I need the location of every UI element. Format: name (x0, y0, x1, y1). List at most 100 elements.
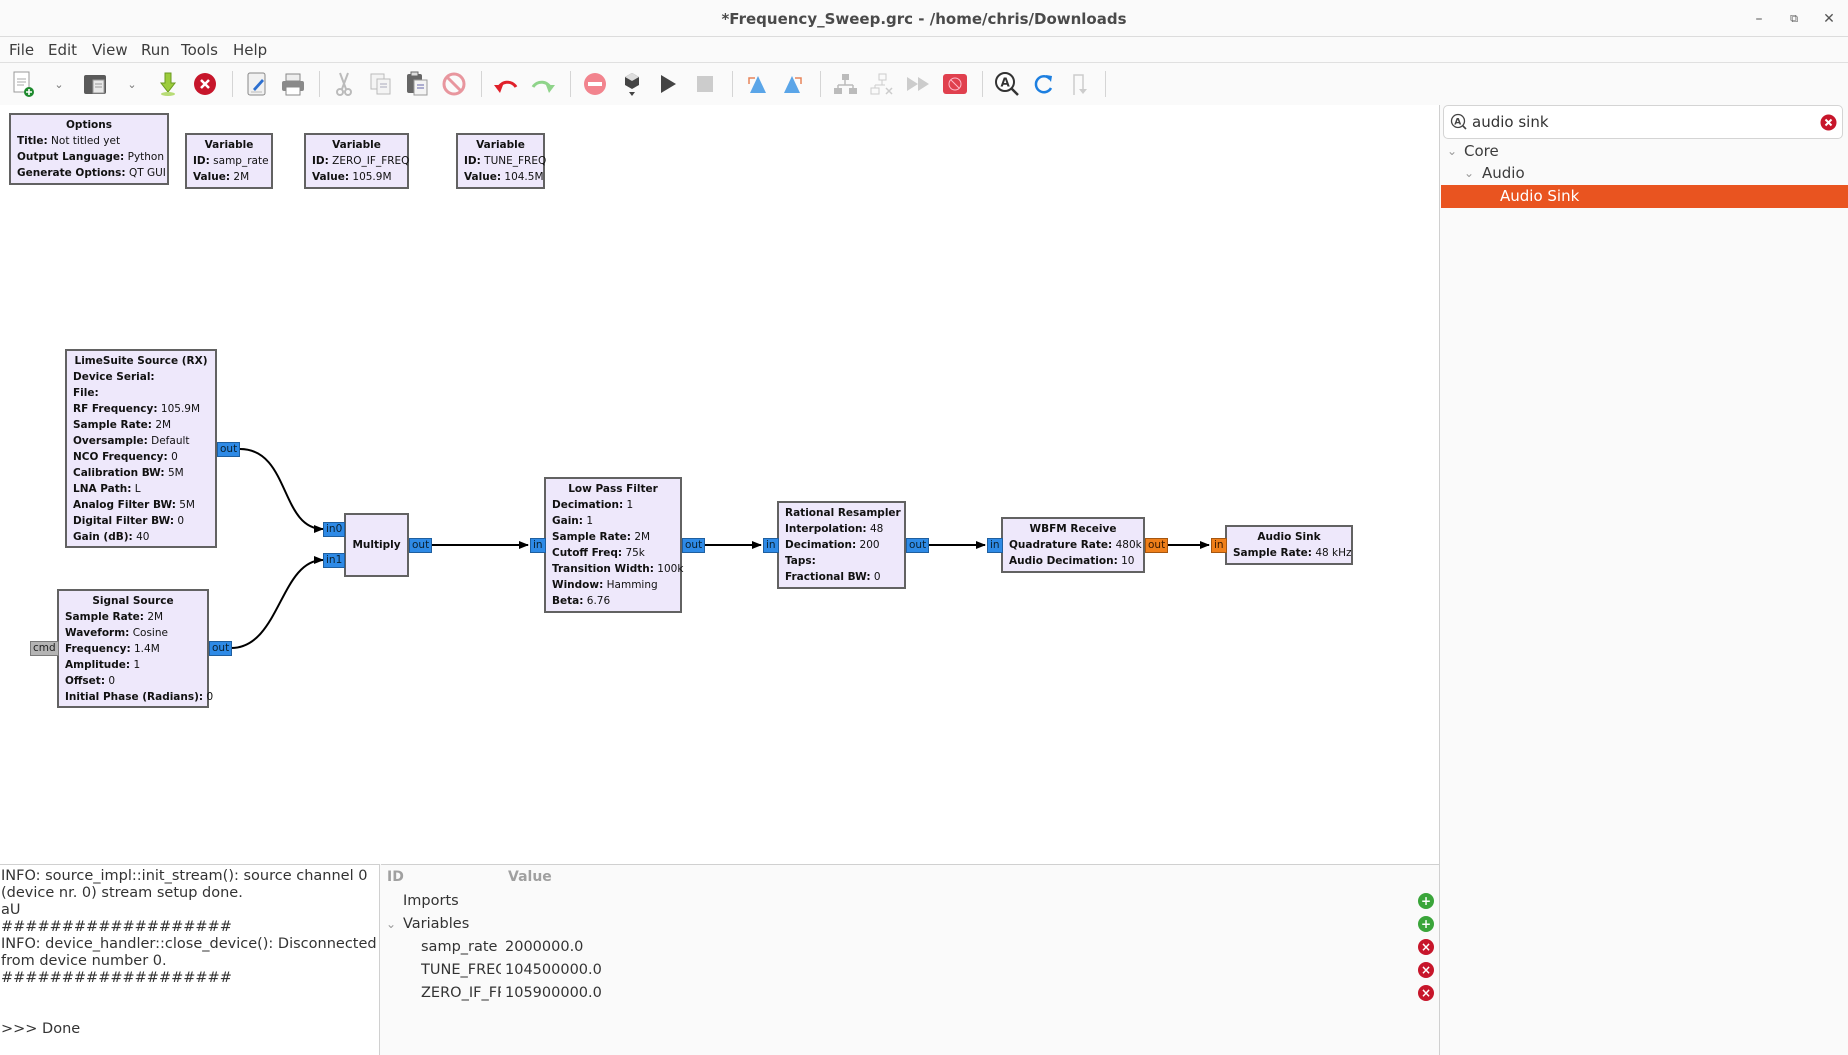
block-param: Sample Rate: 2M (73, 417, 209, 433)
refresh-icon[interactable] (1030, 70, 1058, 98)
hierarchy-remove-icon[interactable] (868, 70, 896, 98)
menu-file[interactable]: File (9, 41, 34, 59)
new-document-icon[interactable] (9, 70, 37, 98)
menu-run[interactable]: Run (141, 41, 170, 59)
save-arrow-icon[interactable] (154, 70, 182, 98)
console-output[interactable]: INFO: source_impl::init_stream(): source… (0, 864, 380, 1055)
no-entry-icon[interactable] (440, 70, 468, 98)
menu-tools[interactable]: Tools (181, 41, 218, 59)
block-options[interactable]: Options Title: Not titled yet Output Lan… (9, 113, 169, 185)
block-variable-tune-freq[interactable]: Variable ID: TUNE_FREQ Value: 104.5M (456, 133, 546, 189)
copy-icon[interactable] (367, 70, 395, 98)
port-signal-source-out[interactable]: out (209, 641, 233, 656)
variable-row[interactable]: samp_rate 2000000.0 × (381, 936, 1440, 958)
param-key: Gain (dB): (73, 531, 133, 543)
block-multiply[interactable]: Multiply (344, 513, 409, 577)
paste-icon[interactable] (403, 70, 431, 98)
chevron-down-icon[interactable]: ⌄ (1464, 162, 1474, 184)
minimize-icon[interactable]: – (1748, 8, 1770, 30)
maximize-icon[interactable]: ⧉ (1783, 8, 1805, 30)
stop-icon[interactable] (691, 70, 719, 98)
block-param: Transition Width: 100k (552, 561, 683, 577)
param-value: 1 (626, 499, 634, 511)
cube-icon[interactable] (618, 70, 646, 98)
port-signal-source-cmd[interactable]: cmd (30, 641, 59, 656)
hierarchy-icon[interactable] (831, 70, 859, 98)
param-key: Output Language: (17, 151, 125, 163)
port-wbfm-out[interactable]: out (1145, 538, 1169, 553)
rotate-ccw-icon[interactable] (743, 70, 771, 98)
port-limesuite-out[interactable]: out (217, 442, 241, 457)
tree-item-audio[interactable]: ⌄ Audio (1441, 162, 1848, 184)
play-icon[interactable] (654, 70, 682, 98)
block-low-pass-filter[interactable]: Low Pass Filter Decimation: 1 Gain: 1 Sa… (544, 477, 683, 613)
variable-row[interactable]: TUNE_FREQ 104500000.0 × (381, 959, 1440, 981)
block-wbfm-receive[interactable]: WBFM Receive Quadrature Rate: 480k Audio… (1001, 517, 1145, 573)
toolbar: ⌄ ⌄ A (0, 63, 1848, 105)
port-wbfm-in[interactable]: in (987, 538, 1003, 553)
column-header-value[interactable]: Value (508, 869, 552, 885)
block-param: Sample Rate: 48 kHz (1233, 545, 1352, 561)
block-title: LimeSuite Source (RX) (74, 355, 208, 367)
block-variable-samp-rate[interactable]: Variable ID: samp_rate Value: 2M (185, 133, 273, 189)
remove-variable-icon[interactable]: × (1418, 939, 1434, 955)
block-param: NCO Frequency: 0 (73, 449, 209, 465)
flowgraph-canvas[interactable]: Options Title: Not titled yet Output Lan… (0, 105, 1440, 864)
block-signal-source[interactable]: Signal Source Sample Rate: 2M Waveform: … (57, 589, 213, 708)
port-lpf-in[interactable]: in (530, 538, 546, 553)
block-search-input[interactable] (1472, 112, 1802, 132)
menu-view[interactable]: View (92, 41, 128, 59)
add-variable-icon[interactable]: + (1418, 916, 1434, 932)
edit-document-icon[interactable] (243, 70, 271, 98)
param-key: Sample Rate: (1233, 547, 1312, 559)
port-resampler-out[interactable]: out (906, 538, 930, 553)
column-header-id[interactable]: ID (387, 869, 404, 885)
param-key: Sample Rate: (552, 531, 631, 543)
param-value: 40 (136, 531, 150, 543)
tree-row-variables[interactable]: ⌄ Variables + (381, 913, 1440, 935)
open-folder-icon[interactable] (81, 70, 109, 98)
port-multiply-out[interactable]: out (409, 538, 433, 553)
fast-forward-icon[interactable] (904, 70, 932, 98)
stop-square-icon[interactable] (941, 70, 969, 98)
close-circle-icon[interactable] (191, 70, 219, 98)
port-multiply-in1[interactable]: in1 (323, 553, 346, 568)
chevron-down-icon[interactable]: ⌄ (45, 70, 73, 98)
param-key: Beta: (552, 595, 584, 607)
arrow-down-icon[interactable] (1066, 70, 1094, 98)
param-value: Python (127, 151, 165, 163)
port-resampler-in[interactable]: in (763, 538, 779, 553)
port-audio-sink-in[interactable]: in (1211, 538, 1227, 553)
rotate-cw-icon[interactable] (779, 70, 807, 98)
port-multiply-in0[interactable]: in0 (323, 522, 346, 537)
svg-text:A: A (1454, 118, 1461, 128)
block-param: Interpolation: 48 (785, 521, 898, 537)
clear-search-icon[interactable] (1820, 114, 1837, 135)
block-rational-resampler[interactable]: Rational Resampler Interpolation: 48 Dec… (777, 501, 906, 589)
search-a-icon[interactable]: A (993, 70, 1021, 98)
chevron-down-icon[interactable]: ⌄ (118, 70, 146, 98)
port-lpf-out[interactable]: out (682, 538, 706, 553)
block-param: Calibration BW: 5M (73, 465, 209, 481)
tree-item-core[interactable]: ⌄ Core (1441, 140, 1848, 162)
tree-row-imports[interactable]: Imports + (381, 890, 1440, 912)
block-limesuite-source[interactable]: LimeSuite Source (RX) Device Serial: Fil… (65, 349, 217, 548)
add-import-icon[interactable]: + (1418, 893, 1434, 909)
scissors-icon[interactable] (330, 70, 358, 98)
redo-icon[interactable] (529, 70, 557, 98)
minus-circle-icon[interactable] (581, 70, 609, 98)
remove-variable-icon[interactable]: × (1418, 985, 1434, 1001)
undo-icon[interactable] (492, 70, 520, 98)
block-audio-sink[interactable]: Audio Sink Sample Rate: 48 kHz (1225, 525, 1353, 565)
printer-icon[interactable] (279, 70, 307, 98)
menu-edit[interactable]: Edit (48, 41, 77, 59)
menu-help[interactable]: Help (233, 41, 267, 59)
remove-variable-icon[interactable]: × (1418, 962, 1434, 978)
close-icon[interactable]: ✕ (1818, 8, 1840, 30)
chevron-down-icon[interactable]: ⌄ (386, 913, 396, 935)
tree-item-audio-sink[interactable]: Audio Sink (1441, 185, 1848, 208)
variable-row[interactable]: ZERO_IF_FR 105900000.0 × (381, 982, 1440, 1004)
block-search-field[interactable]: A (1443, 105, 1843, 139)
chevron-down-icon[interactable]: ⌄ (1447, 140, 1457, 162)
block-variable-zero-if-freq[interactable]: Variable ID: ZERO_IF_FREQ Value: 105.9M (304, 133, 409, 189)
